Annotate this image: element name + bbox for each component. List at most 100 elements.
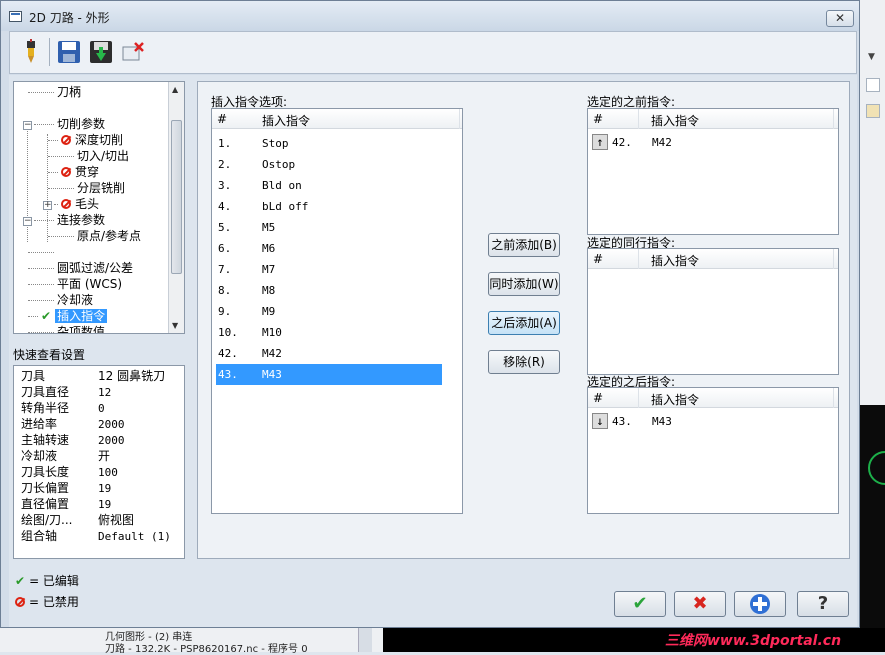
- tree-item[interactable]: 深度切削: [48, 132, 123, 148]
- tree-line: [27, 126, 28, 222]
- toolpath-label: 刀路 - 132.2K - PSP8620167.nc - 程序号 0: [105, 644, 308, 655]
- quick-view-row: 刀具直径 12: [21, 385, 112, 399]
- after-list[interactable]: # 插入指令 ↓ 43. M43: [587, 387, 839, 514]
- title-bar: 2D 刀路 - 外形 ✕: [1, 1, 859, 31]
- quick-view-row: 绘图/刀... 俯视图: [21, 513, 135, 527]
- list-item[interactable]: 5. M5: [216, 217, 442, 238]
- watermark: 三维网www.3dportal.cn: [665, 633, 842, 649]
- scroll-thumb[interactable]: [171, 120, 182, 274]
- dialog-content: 刀柄 − 切削参数 深度切削 切入/切出 贯穿 分层铣削 + 毛头 − 连接参数…: [9, 75, 857, 627]
- origin-marker-icon: [868, 451, 885, 485]
- arrow-down-icon: ↓: [592, 413, 608, 429]
- add-same-button[interactable]: 同时添加(W): [488, 272, 560, 296]
- tree-item-selected[interactable]: ✔ 插入指令: [28, 308, 108, 324]
- help-button[interactable]: ?: [797, 591, 849, 617]
- ok-button[interactable]: ✔: [614, 591, 666, 617]
- tree-item[interactable]: 连接参数: [34, 212, 105, 228]
- toolbar-icon: [866, 104, 880, 118]
- background-bottom: 几何图形 - (2) 串连 刀路 - 132.2K - PSP8620167.n…: [0, 628, 885, 655]
- tree-item[interactable]: 刀柄: [28, 84, 81, 100]
- insert-command-panel: 插入指令选项: # 插入指令 1. Stop 2. Ostop 3. Bld on 4…: [197, 81, 850, 559]
- tree-item[interactable]: 贯穿: [48, 164, 99, 180]
- apply-button[interactable]: [734, 591, 786, 617]
- quick-view-row: 转角半径 0: [21, 401, 105, 415]
- quick-view-title: 快速查看设置: [13, 348, 86, 362]
- quick-view-row: 直径偏置 19: [21, 497, 112, 511]
- list-item[interactable]: 9. M9: [216, 301, 442, 322]
- scroll-down-icon[interactable]: ▼: [172, 321, 178, 330]
- edited-check-icon: ✔: [15, 574, 26, 588]
- disabled-icon: [61, 167, 71, 177]
- list-item[interactable]: 3. Bld on: [216, 175, 442, 196]
- quick-view-row: 刀具 12 圆鼻铣刀: [21, 369, 166, 383]
- add-after-button[interactable]: 之后添加(A): [488, 311, 560, 335]
- disabled-icon: [61, 135, 71, 145]
- toolbar-icon: [866, 78, 880, 92]
- before-list[interactable]: # 插入指令 ↑ 42. M42: [587, 108, 839, 235]
- collapse-icon[interactable]: −: [23, 121, 32, 130]
- toolbar: [9, 31, 857, 74]
- save-as-icon[interactable]: [88, 39, 114, 65]
- quick-view-panel: 刀具 12 圆鼻铣刀 刀具直径 12 转角半径 0 进给率 2000 主轴转速 2000 …: [13, 365, 185, 559]
- toolpath-dialog: 2D 刀路 - 外形 ✕ 刀柄 − 切削参数 深度切削 切入/切出 贯穿 分层铣…: [0, 0, 860, 628]
- list-item-selected[interactable]: 43. M43: [216, 364, 442, 385]
- list-item[interactable]: 1. Stop: [216, 133, 442, 154]
- disabled-icon: [15, 597, 25, 607]
- divider: [358, 628, 372, 652]
- list-header: # 插入指令: [588, 249, 838, 269]
- list-header: # 插入指令: [588, 109, 838, 129]
- toolbar-separator: [49, 38, 50, 66]
- quick-view-row: 组合轴 Default (1): [21, 529, 171, 543]
- collapse-icon[interactable]: −: [23, 217, 32, 226]
- quick-view-row: 冷却液开: [21, 449, 111, 463]
- tree-item[interactable]: 切入/切出: [48, 148, 129, 164]
- tree-item[interactable]: 圆弧过滤/公差: [28, 260, 133, 276]
- list-header: # 插入指令: [212, 109, 462, 129]
- graphics-viewport: [860, 405, 885, 652]
- tree-item[interactable]: 切削参数: [34, 116, 105, 132]
- list-item[interactable]: ↓ 43. M43: [592, 411, 832, 432]
- tree-item[interactable]: 平面 (WCS): [28, 276, 122, 292]
- list-item[interactable]: 42. M42: [216, 343, 442, 364]
- window-title: 2D 刀路 - 外形: [29, 11, 110, 25]
- expand-icon[interactable]: +: [43, 201, 52, 210]
- dropdown-arrow-icon: ▼: [868, 52, 875, 62]
- tree-scrollbar[interactable]: ▲ ▼: [168, 82, 184, 333]
- quick-view-row: 主轴转速 2000: [21, 433, 125, 447]
- add-before-button[interactable]: 之前添加(B): [488, 233, 560, 257]
- tool-icon[interactable]: [18, 39, 44, 65]
- quick-view-row: 进给率 2000: [21, 417, 125, 431]
- tree-item[interactable]: 冷却液: [28, 292, 93, 308]
- remove-button[interactable]: 移除(R): [488, 350, 560, 374]
- tree-item[interactable]: 杂项数值: [28, 324, 105, 333]
- arrow-up-icon: ↑: [592, 134, 608, 150]
- save-icon[interactable]: [56, 39, 82, 65]
- quick-view-row: 刀长偏置 19: [21, 481, 112, 495]
- edited-check-icon: ✔: [41, 309, 52, 323]
- same-list[interactable]: # 插入指令: [587, 248, 839, 375]
- list-item[interactable]: ↑ 42. M42: [592, 132, 832, 153]
- list-header: # 插入指令: [588, 388, 838, 408]
- delete-icon[interactable]: [120, 39, 146, 65]
- disabled-icon: [61, 199, 71, 209]
- tree-item[interactable]: [28, 244, 57, 260]
- list-item[interactable]: 10. M10: [216, 322, 442, 343]
- options-list[interactable]: # 插入指令 1. Stop 2. Ostop 3. Bld on 4. bLd off…: [211, 108, 463, 514]
- quick-view-row: 刀具长度 100: [21, 465, 118, 479]
- tree-item[interactable]: 分层铣削: [48, 180, 125, 196]
- tree-item[interactable]: 毛头: [54, 196, 99, 212]
- tree-item[interactable]: 原点/参考点: [48, 228, 141, 244]
- window-icon: [9, 11, 22, 22]
- scroll-up-icon[interactable]: ▲: [172, 85, 178, 94]
- legend-disabled: = 已禁用: [15, 593, 79, 610]
- list-item[interactable]: 2. Ostop: [216, 154, 442, 175]
- list-item[interactable]: 4. bLd off: [216, 196, 442, 217]
- legend-edited: ✔ = 已编辑: [15, 574, 79, 588]
- plus-icon: [750, 594, 770, 614]
- close-button[interactable]: ✕: [826, 10, 854, 27]
- list-item[interactable]: 7. M7: [216, 259, 442, 280]
- parameter-tree: 刀柄 − 切削参数 深度切削 切入/切出 贯穿 分层铣削 + 毛头 − 连接参数…: [13, 81, 185, 334]
- list-item[interactable]: 6. M6: [216, 238, 442, 259]
- cancel-button[interactable]: ✖: [674, 591, 726, 617]
- list-item[interactable]: 8. M8: [216, 280, 442, 301]
